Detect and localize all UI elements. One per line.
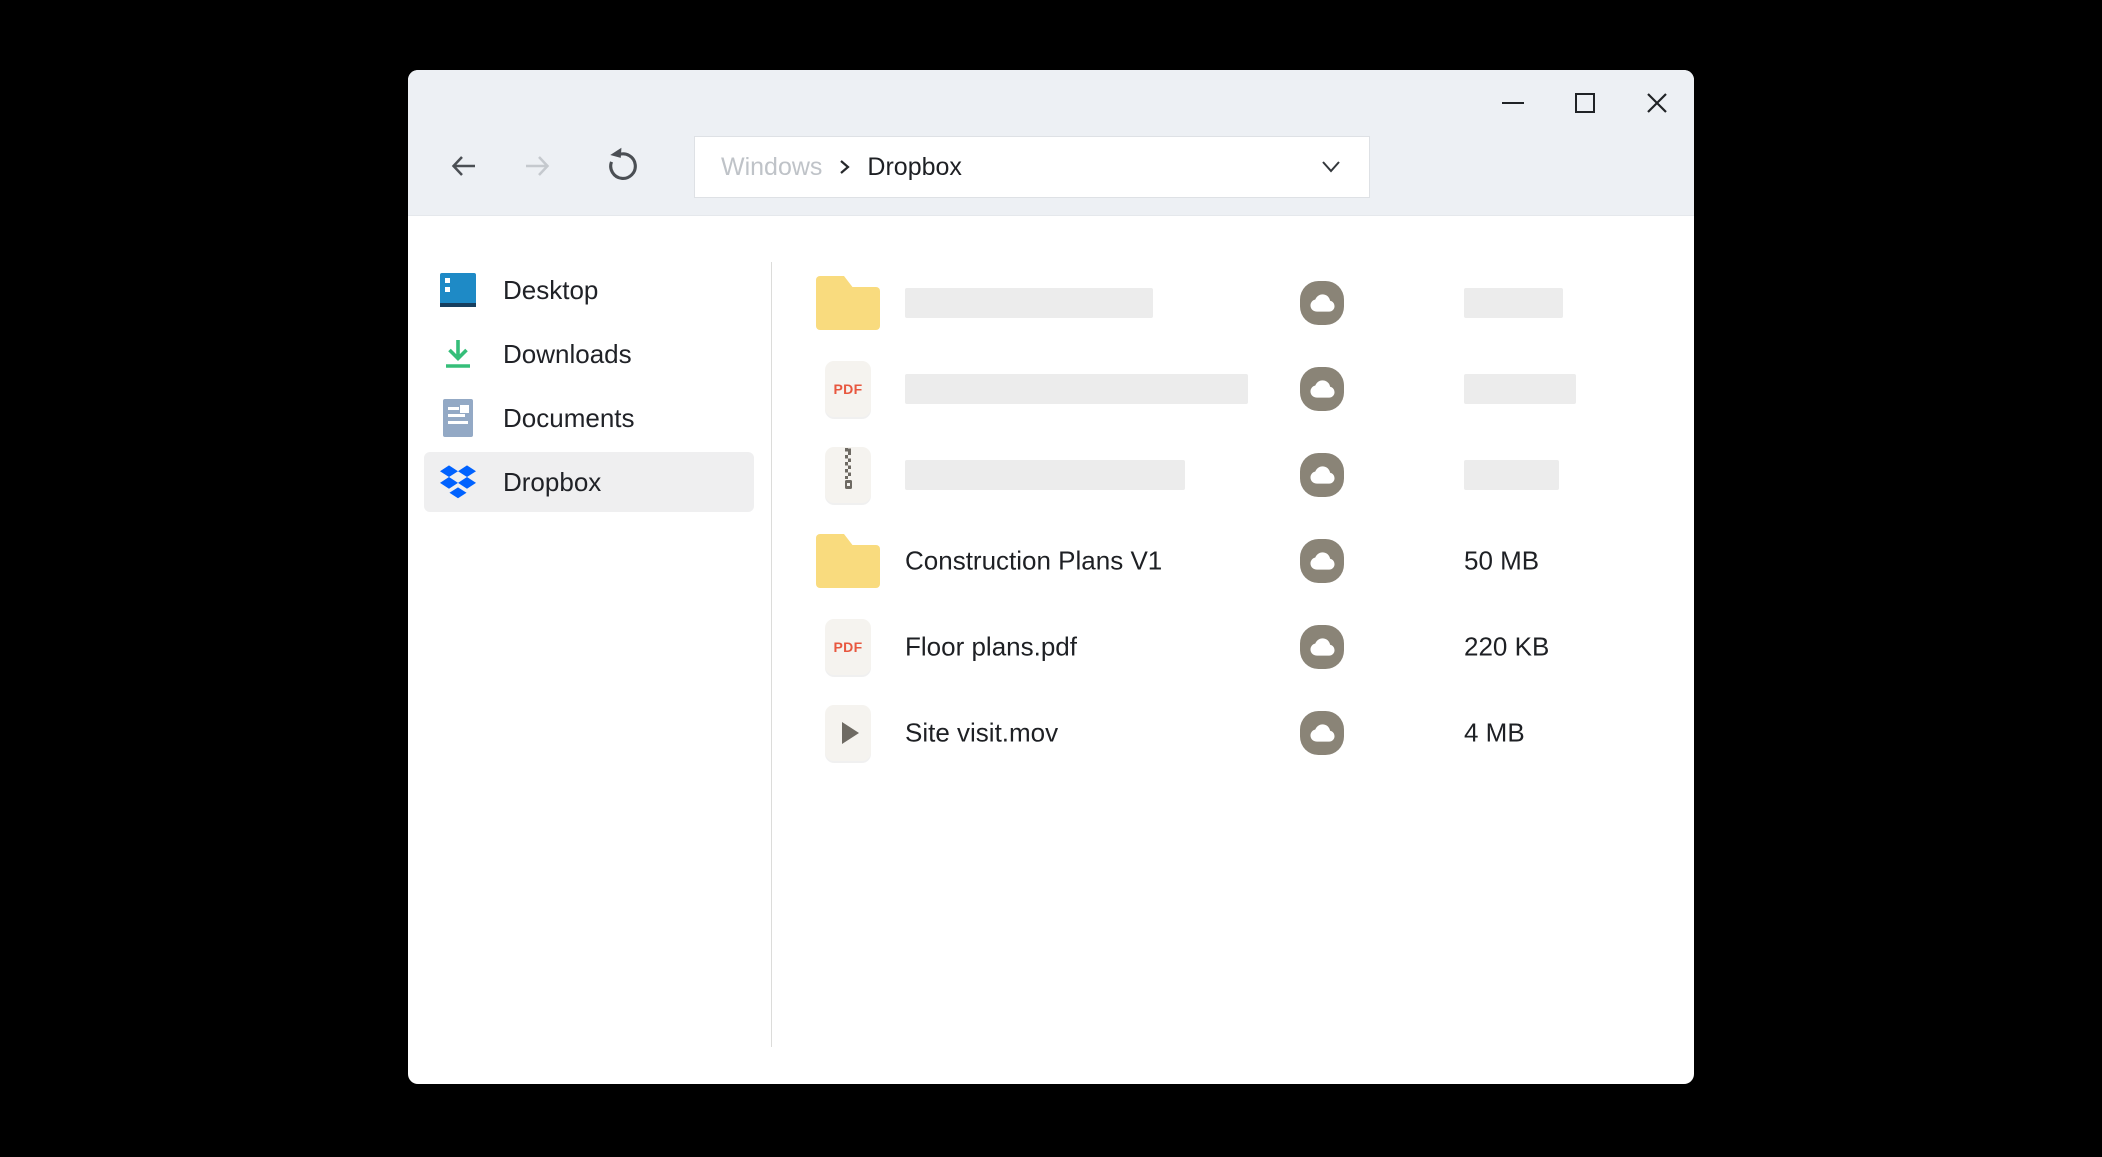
arrow-left-icon <box>448 150 480 182</box>
sidebar-item-label: Dropbox <box>503 467 601 498</box>
sidebar-divider <box>771 262 772 1047</box>
window-controls <box>1500 90 1670 116</box>
file-size-placeholder <box>1464 460 1559 490</box>
breadcrumb-current[interactable]: Dropbox <box>867 153 962 182</box>
pdf-file-icon: PDF <box>816 619 880 675</box>
sidebar-item-label: Downloads <box>503 339 632 370</box>
file-size-placeholder <box>1464 374 1576 404</box>
file-size-placeholder <box>1464 288 1563 318</box>
cloud-icon <box>1300 367 1344 411</box>
file-name-placeholder <box>905 460 1185 490</box>
breadcrumb-parent[interactable]: Windows <box>721 153 822 182</box>
chevron-down-icon[interactable] <box>1319 159 1343 175</box>
file-size: 220 KB <box>1464 632 1549 663</box>
sidebar: Desktop Downloads Documents <box>408 217 771 1084</box>
file-row-construction-plans[interactable]: Construction Plans V1 50 MB <box>808 518 1583 604</box>
file-list: PDF Construction Plans V1 <box>808 260 1583 776</box>
file-name-placeholder <box>905 374 1248 404</box>
dropbox-icon <box>440 463 476 501</box>
refresh-icon <box>604 146 642 184</box>
sidebar-item-downloads[interactable]: Downloads <box>424 324 754 384</box>
file-row-site-visit[interactable]: Site visit.mov 4 MB <box>808 690 1583 776</box>
file-row-placeholder-zip[interactable] <box>808 432 1583 518</box>
sidebar-items: Desktop Downloads Documents <box>424 260 754 512</box>
file-row-placeholder-folder[interactable] <box>808 260 1583 346</box>
maximize-button[interactable] <box>1572 90 1598 116</box>
pdf-file-icon: PDF <box>816 361 880 417</box>
minimize-icon <box>1502 102 1524 104</box>
sidebar-item-label: Documents <box>503 403 635 434</box>
back-button[interactable] <box>448 150 480 187</box>
file-size: 50 MB <box>1464 546 1539 577</box>
cloud-icon <box>1300 539 1344 583</box>
file-name-placeholder <box>905 288 1153 318</box>
zip-file-icon <box>816 447 880 503</box>
file-row-placeholder-pdf[interactable]: PDF <box>808 346 1583 432</box>
cloud-icon <box>1300 711 1344 755</box>
pdf-badge: PDF <box>834 639 863 655</box>
minimize-button[interactable] <box>1500 90 1526 116</box>
cloud-icon <box>1300 625 1344 669</box>
play-icon <box>842 722 859 744</box>
sidebar-item-dropbox[interactable]: Dropbox <box>424 452 754 512</box>
file-name: Floor plans.pdf <box>905 632 1077 663</box>
file-name: Site visit.mov <box>905 718 1058 749</box>
close-button[interactable] <box>1644 90 1670 116</box>
document-icon <box>440 399 476 437</box>
sidebar-item-desktop[interactable]: Desktop <box>424 260 754 320</box>
file-explorer-window: Windows Dropbox Desktop <box>408 70 1694 1084</box>
desktop-icon <box>440 271 476 309</box>
window-header: Windows Dropbox <box>408 70 1694 216</box>
maximize-icon <box>1575 93 1595 113</box>
file-size: 4 MB <box>1464 718 1525 749</box>
sidebar-item-label: Desktop <box>503 275 598 306</box>
cloud-icon <box>1300 281 1344 325</box>
close-icon <box>1645 91 1669 115</box>
video-file-icon <box>816 705 880 761</box>
arrow-right-icon <box>521 150 553 182</box>
download-icon <box>440 335 476 373</box>
folder-icon <box>816 276 880 330</box>
refresh-button[interactable] <box>604 146 642 189</box>
sidebar-item-documents[interactable]: Documents <box>424 388 754 448</box>
address-bar[interactable]: Windows Dropbox <box>694 136 1370 198</box>
chevron-right-icon <box>838 157 851 177</box>
pdf-badge: PDF <box>834 381 863 397</box>
file-row-floor-plans[interactable]: PDF Floor plans.pdf 220 KB <box>808 604 1583 690</box>
cloud-icon <box>1300 453 1344 497</box>
forward-button[interactable] <box>521 150 553 187</box>
folder-icon <box>816 534 880 588</box>
file-name: Construction Plans V1 <box>905 546 1162 577</box>
